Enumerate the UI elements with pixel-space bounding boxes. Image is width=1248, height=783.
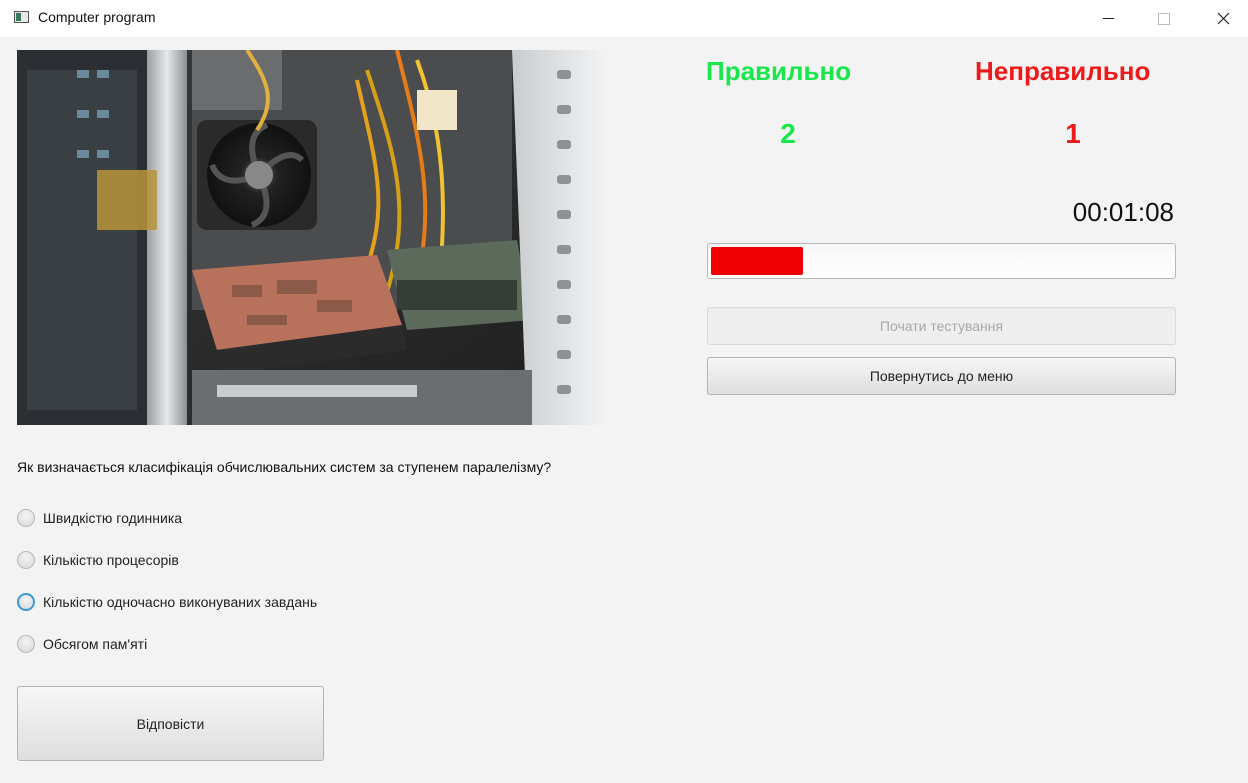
answer-option-1[interactable]: Швидкістю годинника (17, 507, 182, 529)
answer-option-3[interactable]: Кількістю одночасно виконуваних завдань (17, 591, 317, 613)
minimize-icon[interactable] (1085, 0, 1131, 37)
question-text: Як визначається класифікація обчислюваль… (17, 459, 552, 475)
time-progress-bar (707, 243, 1176, 279)
radio-button[interactable] (17, 593, 35, 611)
option-label: Обсягом пам'яті (43, 636, 148, 652)
answer-option-4[interactable]: Обсягом пам'яті (17, 633, 147, 655)
answer-button[interactable]: Відповісти (17, 686, 324, 761)
title-bar: Computer program (0, 0, 1248, 37)
wrong-count: 1 (1065, 118, 1081, 149)
progress-fill (711, 247, 803, 275)
app-icon (14, 11, 29, 23)
correct-label: Правильно (706, 56, 852, 86)
timer-display: 00:01:08 (1072, 197, 1174, 227)
correct-count: 2 (780, 118, 796, 149)
answer-option-2[interactable]: Кількістю процесорів (17, 549, 179, 571)
window-title: Computer program (38, 9, 156, 25)
start-test-button[interactable]: Почати тестування (707, 307, 1176, 345)
option-label: Кількістю одночасно виконуваних завдань (43, 594, 318, 610)
radio-button[interactable] (17, 551, 35, 569)
option-label: Швидкістю годинника (43, 510, 183, 526)
maximize-icon[interactable] (1141, 0, 1187, 37)
option-label: Кількістю процесорів (43, 552, 179, 568)
radio-button[interactable] (17, 635, 35, 653)
radio-button[interactable] (17, 509, 35, 527)
close-icon[interactable] (1200, 0, 1246, 37)
back-to-menu-button[interactable]: Повернутись до меню (707, 357, 1176, 395)
wrong-label: Неправильно (975, 56, 1151, 86)
question-image (17, 50, 606, 425)
